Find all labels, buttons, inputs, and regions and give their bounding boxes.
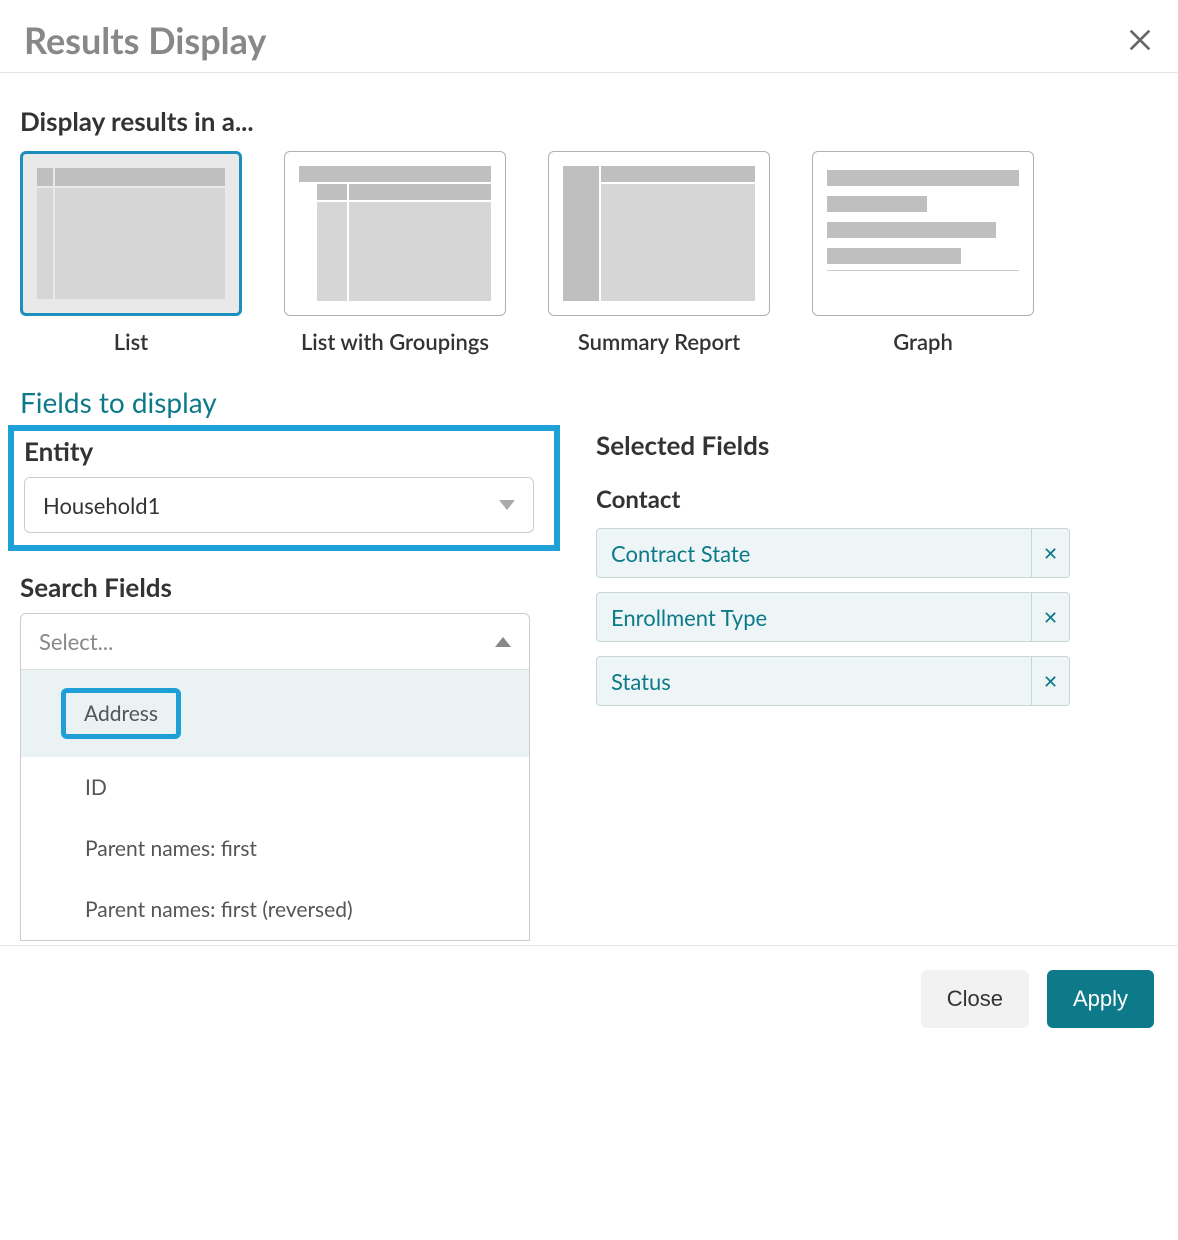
selected-fields-group: Contact <box>596 485 1074 514</box>
remove-field-icon[interactable]: ✕ <box>1031 657 1069 705</box>
search-fields-option-id[interactable]: ID <box>21 757 529 818</box>
selected-field-label: Status <box>597 657 1031 705</box>
graph-thumbnail <box>812 151 1034 316</box>
display-option-summary[interactable]: Summary Report <box>548 151 770 355</box>
modal-body: Display results in a... List <box>0 73 1178 941</box>
display-option-graph[interactable]: Graph <box>812 151 1034 355</box>
display-option-list-groupings[interactable]: List with Groupings <box>284 151 506 355</box>
summary-thumbnail <box>548 151 770 316</box>
search-fields-label: Search Fields <box>20 571 560 603</box>
entity-select-value: Household1 <box>43 492 160 519</box>
modal-title: Results Display <box>24 18 266 62</box>
list-thumbnail <box>20 151 242 316</box>
entity-highlight: Entity Household1 <box>8 425 560 551</box>
search-fields-select: Select... Address ID Parent names: first… <box>20 613 530 941</box>
entity-select[interactable]: Household1 <box>24 477 534 533</box>
fields-left-column: Entity Household1 Search Fields Select..… <box>20 425 560 941</box>
results-display-modal: Results Display Display results in a... <box>0 0 1178 1052</box>
search-fields-option-address[interactable]: Address <box>21 670 529 757</box>
entity-label: Entity <box>24 435 544 467</box>
groupings-thumbnail <box>284 151 506 316</box>
display-option-list[interactable]: List <box>20 151 242 355</box>
selected-field-contract-state[interactable]: Contract State ✕ <box>596 528 1070 578</box>
modal-footer: Close Apply <box>0 945 1178 1052</box>
search-fields-trigger[interactable]: Select... <box>21 614 529 670</box>
search-fields-placeholder: Select... <box>39 628 113 655</box>
option-highlight: Address <box>61 688 181 739</box>
chevron-up-icon <box>495 637 511 647</box>
search-fields-options: Address ID Parent names: first Parent na… <box>21 670 529 940</box>
fields-right-column: Selected Fields Contact Contract State ✕… <box>596 425 1074 941</box>
remove-field-icon[interactable]: ✕ <box>1031 529 1069 577</box>
search-fields-option-parent-first-rev[interactable]: Parent names: first (reversed) <box>21 879 529 940</box>
fields-columns: Entity Household1 Search Fields Select..… <box>20 425 1158 941</box>
chevron-down-icon <box>499 500 515 510</box>
display-option-label: List <box>114 328 148 355</box>
modal-header: Results Display <box>0 0 1178 73</box>
selected-fields-heading: Selected Fields <box>596 429 1074 461</box>
display-results-heading: Display results in a... <box>20 105 1158 137</box>
selected-field-label: Enrollment Type <box>597 593 1031 641</box>
selected-field-label: Contract State <box>597 529 1031 577</box>
apply-button[interactable]: Apply <box>1047 970 1154 1028</box>
selected-field-enrollment-type[interactable]: Enrollment Type ✕ <box>596 592 1070 642</box>
display-type-cards: List <box>20 151 1158 355</box>
remove-field-icon[interactable]: ✕ <box>1031 593 1069 641</box>
close-button[interactable]: Close <box>921 970 1029 1028</box>
display-option-label: Graph <box>893 328 953 355</box>
selected-field-status[interactable]: Status ✕ <box>596 656 1070 706</box>
close-icon[interactable] <box>1126 26 1154 54</box>
fields-to-display-heading: Fields to display <box>20 385 1158 419</box>
display-option-label: List with Groupings <box>301 328 489 355</box>
display-option-label: Summary Report <box>578 328 740 355</box>
search-fields-option-parent-first[interactable]: Parent names: first <box>21 818 529 879</box>
